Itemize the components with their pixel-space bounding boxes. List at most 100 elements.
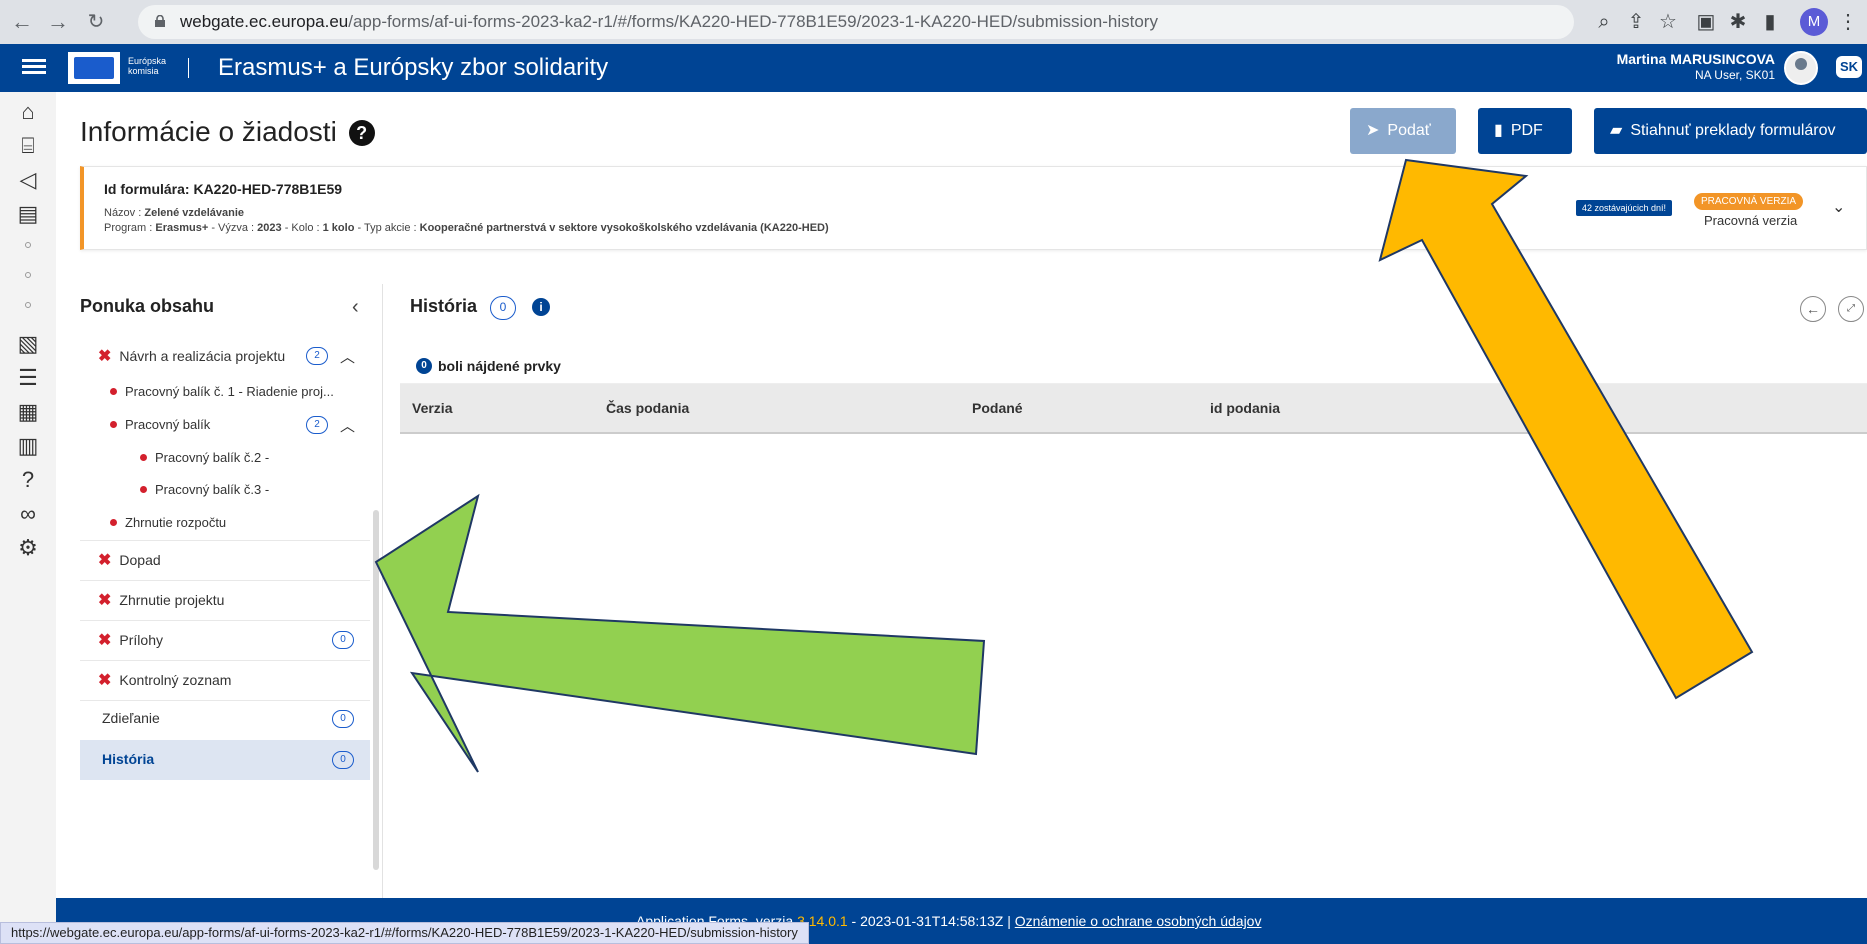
app-header: Európska komisia Erasmus+ a Európsky zbor… [0, 44, 1867, 92]
settings-icon[interactable]: ⚙ [14, 534, 42, 562]
user-role: NA User, SK01 [1694, 68, 1775, 82]
menu-item-sharing[interactable]: Zdieľanie [102, 710, 160, 726]
chevron-down-icon[interactable]: ⌄ [1832, 197, 1848, 216]
page-title: Informácie o žiadosti ? [80, 116, 375, 148]
server-icon[interactable]: ☰ [14, 364, 42, 392]
error-x-icon: ✖ [98, 552, 112, 569]
count-badge: 2 [306, 347, 328, 365]
profile-avatar[interactable]: M [1800, 8, 1828, 36]
submit-button[interactable]: ➤ Podať [1350, 108, 1456, 154]
found-count-badge: 0 [416, 358, 432, 374]
download-translations-button[interactable]: ▰ Stiahnuť preklady formulárov [1594, 108, 1867, 154]
found-text: boli nájdené prvky [438, 358, 561, 374]
menu-item-project-design[interactable]: ✖ Návrh a realizácia projektu [98, 346, 285, 366]
eu-flag-icon [68, 52, 120, 84]
chevron-up-icon[interactable]: ︿ [340, 346, 355, 367]
menu-item-checklist[interactable]: ✖ Kontrolný zoznam [98, 670, 231, 690]
back-icon[interactable]: ← [6, 6, 38, 38]
error-x-icon: ✖ [98, 632, 112, 649]
comment-icon: ▰ [1610, 122, 1623, 139]
results-bar: 0 boli nájdené prvky [400, 350, 1867, 384]
side-panel-icon[interactable]: ▮ [1756, 8, 1784, 36]
reload-icon[interactable]: ↻ [80, 6, 112, 38]
history-title: História [410, 296, 478, 316]
menu-item-work-package[interactable]: Pracovný balík [110, 417, 210, 432]
status-text: Pracovná verzia [1704, 213, 1798, 228]
url-host: webgate.ec.europa.eu [180, 12, 349, 31]
collapse-chevron-icon[interactable]: ‹ [352, 296, 359, 319]
logo-line-2: komisia [128, 66, 159, 76]
bar-chart-icon[interactable]: ▥ [14, 432, 42, 460]
menu-item-impact[interactable]: ✖ Dopad [98, 550, 161, 570]
form-program: Program : Erasmus+ - Výzva : 2023 - Kolo… [104, 222, 829, 234]
paper-plane-icon: ➤ [1366, 122, 1380, 139]
content-menu-title: Ponuka obsahu [80, 296, 215, 316]
column-header-version[interactable]: Verzia [412, 400, 452, 416]
dot-icon[interactable] [25, 302, 31, 308]
extension-icon[interactable]: ▣ [1692, 8, 1720, 36]
puzzle-icon[interactable]: ✱ [1724, 8, 1752, 36]
menu-item-budget-summary[interactable]: Zhrnutie rozpočtu [110, 515, 226, 530]
form-name: Názov : Zelené vzdelávanie [104, 207, 245, 219]
home-icon[interactable]: ⌂ [14, 98, 42, 126]
browser-menu-icon[interactable]: ⋮ [1834, 8, 1862, 36]
expand-icon[interactable]: ⤢ [1838, 296, 1864, 322]
forward-icon[interactable]: → [42, 6, 74, 38]
icon-rail: ⌂ ⌸ ◁ ▤ ▧ ☰ ▦ ▥ ? ∞ ⚙ [0, 92, 56, 944]
back-arrow-icon[interactable]: ← [1800, 296, 1826, 322]
hamburger-menu-icon[interactable] [22, 56, 46, 80]
menu-item-work-package-1[interactable]: Pracovný balík č. 1 - Riadenie proj... [110, 384, 334, 399]
app-title: Erasmus+ a Európsky zbor solidarity [218, 54, 609, 81]
info-icon[interactable]: i [532, 298, 550, 316]
menu-item-project-summary[interactable]: ✖ Zhrnutie projektu [98, 590, 224, 610]
dot-icon[interactable] [25, 242, 31, 248]
link-icon[interactable]: ∞ [14, 500, 42, 528]
user-avatar[interactable] [1784, 51, 1818, 85]
logo-line-1: Európska [128, 56, 167, 66]
code-file-icon[interactable]: ▤ [14, 200, 42, 228]
share-icon[interactable]: ⇪ [1622, 8, 1650, 36]
file-icon: ▮ [1494, 122, 1503, 139]
building-icon[interactable]: ▦ [14, 398, 42, 426]
browser-toolbar: ← → ↻ webgate.ec.europa.eu/app-forms/af-… [0, 0, 1867, 44]
column-header-submission-id[interactable]: id podania [1210, 400, 1280, 416]
menu-item-history[interactable]: História [102, 751, 154, 767]
menu-item-annexes[interactable]: ✖ Prílohy [98, 630, 163, 650]
privacy-notice-link[interactable]: Oznámenie o ochrane osobných údajov [1015, 913, 1262, 929]
error-x-icon: ✖ [98, 348, 112, 365]
language-selector[interactable]: SK [1836, 56, 1862, 78]
days-left-badge: 42 zostávajúcich dní! [1576, 200, 1673, 216]
zoom-icon[interactable]: ⌕ [1590, 8, 1618, 36]
status-badge: PRACOVNÁ VERZIA [1694, 193, 1804, 210]
count-badge: 0 [332, 751, 354, 769]
history-table-header: Verzia Čas podania Podané id podania [400, 384, 1867, 434]
error-x-icon: ✖ [98, 672, 112, 689]
document-search-icon[interactable]: ▧ [14, 330, 42, 358]
form-id: Id formulára: KA220-HED-778B1E59 [104, 181, 343, 197]
count-badge: 0 [332, 710, 354, 728]
column-header-submission-time[interactable]: Čas podania [606, 400, 689, 416]
bookmark-star-icon[interactable]: ☆ [1654, 8, 1682, 36]
dot-icon[interactable] [25, 272, 31, 278]
history-count-badge: 0 [490, 296, 516, 320]
menu-item-work-package-2[interactable]: Pracovný balík č.2 - [140, 450, 269, 465]
menu-scrollbar[interactable] [373, 510, 379, 870]
megaphone-icon[interactable]: ◁ [14, 166, 42, 194]
column-header-submitted[interactable]: Podané [972, 400, 1023, 416]
user-name[interactable]: Martina MARUSINCOVA [1617, 51, 1775, 67]
european-commission-logo[interactable]: Európska komisia [68, 50, 196, 86]
chevron-up-icon[interactable]: ︿ [340, 415, 355, 436]
count-badge: 2 [306, 416, 328, 434]
menu-item-work-package-3[interactable]: Pracovný balík č.3 - [140, 482, 269, 497]
error-x-icon: ✖ [98, 592, 112, 609]
address-bar[interactable]: webgate.ec.europa.eu/app-forms/af-ui-for… [138, 5, 1574, 39]
count-badge: 0 [332, 631, 354, 649]
institution-icon[interactable]: ⌸ [14, 132, 42, 160]
status-bar-url: https://webgate.ec.europa.eu/app-forms/a… [0, 922, 809, 944]
help-question-icon[interactable]: ? [348, 120, 375, 146]
form-info-card: Id formulára: KA220-HED-778B1E59 Názov :… [80, 166, 1867, 250]
help-icon[interactable]: ? [14, 466, 42, 494]
lock-icon [155, 15, 165, 27]
footer-timestamp: - 2023-01-31T14:58:13Z | [847, 913, 1015, 929]
pdf-button[interactable]: ▮ PDF [1478, 108, 1572, 154]
